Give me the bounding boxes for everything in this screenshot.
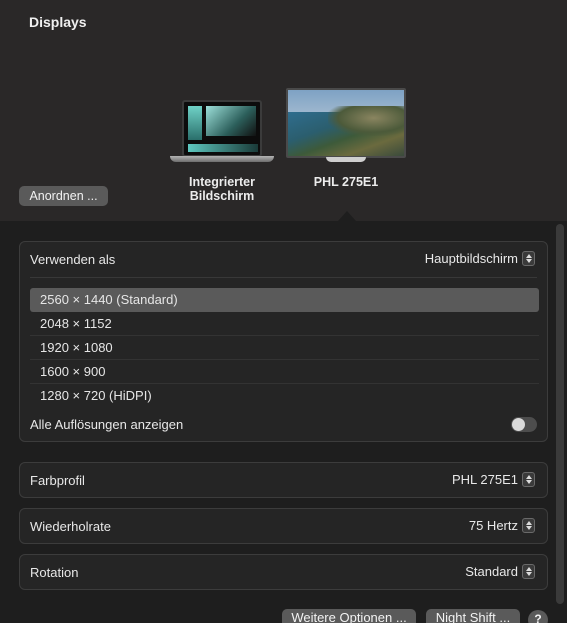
resolution-item[interactable]: 1280 × 720 (HiDPI) <box>30 384 539 408</box>
resolution-group: Verwenden als Hauptbildschirm 2560 × 144… <box>19 241 548 442</box>
resolution-item[interactable]: 2048 × 1152 <box>30 312 539 336</box>
refresh-rate-popup[interactable]: 75 Hertz <box>469 518 535 533</box>
builtin-display-label: Integrierter Bildschirm <box>189 175 255 203</box>
color-profile-popup[interactable]: PHL 275E1 <box>452 472 535 487</box>
resolution-list: 2560 × 1440 (Standard) 2048 × 1152 1920 … <box>30 288 539 408</box>
external-display-label: PHL 275E1 <box>313 175 379 189</box>
popup-chevron-icon <box>522 518 535 533</box>
use-as-value: Hauptbildschirm <box>424 251 518 266</box>
more-options-button[interactable]: Weitere Optionen ... <box>282 609 416 623</box>
laptop-screen <box>182 100 262 157</box>
monitor-screen <box>286 88 406 158</box>
resolution-item[interactable]: 1920 × 1080 <box>30 336 539 360</box>
use-as-popup[interactable]: Hauptbildschirm <box>425 251 535 266</box>
use-as-row: Verwenden als Hauptbildschirm <box>30 242 537 278</box>
resolution-item[interactable]: 1600 × 900 <box>30 360 539 384</box>
rotation-value: Standard <box>465 564 518 579</box>
display-arrangement-area: Displays Integrierter Bildschirm PHL 275… <box>0 0 567 221</box>
help-button[interactable]: ? <box>528 610 548 623</box>
show-all-resolutions-label: Alle Auflösungen anzeigen <box>30 417 184 432</box>
show-all-resolutions-toggle[interactable] <box>511 417 537 432</box>
refresh-rate-row: Wiederholrate 75 Hertz <box>19 508 548 544</box>
popup-chevron-icon <box>522 251 535 266</box>
toggle-knob <box>512 418 525 431</box>
use-as-label: Verwenden als <box>30 252 116 267</box>
external-display-thumbnail[interactable] <box>286 88 406 163</box>
refresh-rate-label: Wiederholrate <box>30 519 111 534</box>
night-shift-button[interactable]: Night Shift ... <box>426 609 520 623</box>
rotation-row: Rotation Standard <box>19 554 548 590</box>
color-profile-label: Farbprofil <box>30 473 85 488</box>
popup-chevron-icon <box>522 564 535 579</box>
scrollbar[interactable] <box>556 224 564 604</box>
selection-pointer <box>338 211 356 221</box>
popup-chevron-icon <box>522 472 535 487</box>
resolution-item[interactable]: 2560 × 1440 (Standard) <box>30 288 539 312</box>
monitor-stand <box>326 157 366 162</box>
page-title: Displays <box>29 14 87 30</box>
builtin-display-thumbnail[interactable] <box>170 100 274 164</box>
color-profile-row: Farbprofil PHL 275E1 <box>19 462 548 498</box>
arrange-button[interactable]: Anordnen ... <box>19 186 108 206</box>
laptop-base <box>170 156 274 162</box>
refresh-rate-value: 75 Hertz <box>468 518 518 533</box>
rotation-label: Rotation <box>30 565 79 580</box>
color-profile-value: PHL 275E1 <box>451 472 518 487</box>
rotation-popup[interactable]: Standard <box>465 564 535 579</box>
